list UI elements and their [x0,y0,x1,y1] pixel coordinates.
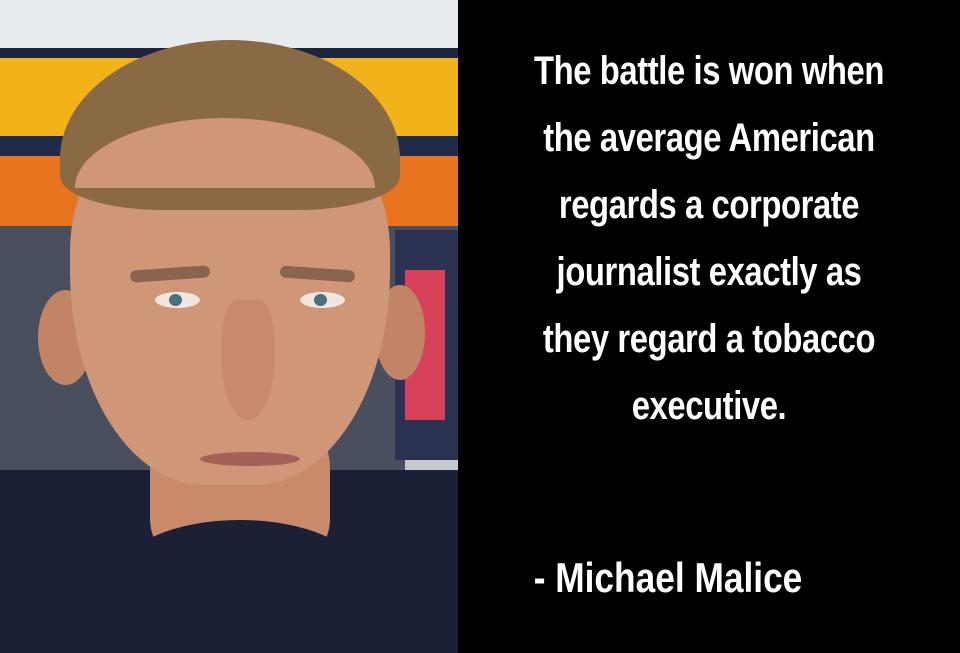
quote-panel: The battle is won when the average Ameri… [458,0,960,653]
quote-text: The battle is won when the average Ameri… [503,38,915,440]
quote-line: the average American [543,116,875,160]
meme-canvas: The battle is won when the average Ameri… [0,0,960,653]
portrait-photo [0,0,458,653]
quote-line: executive. [631,384,787,428]
quote-line: The battle is won when [534,49,884,93]
mouth [200,452,300,466]
quote-line: journalist exactly as [556,250,862,294]
eye-left [155,292,200,308]
quote-line: they regard a tobacco [542,317,876,361]
eye-right [300,292,345,308]
quote-attribution: - Michael Malice [533,554,803,601]
nose [222,300,274,420]
quote-line: regards a corporate [558,183,860,227]
